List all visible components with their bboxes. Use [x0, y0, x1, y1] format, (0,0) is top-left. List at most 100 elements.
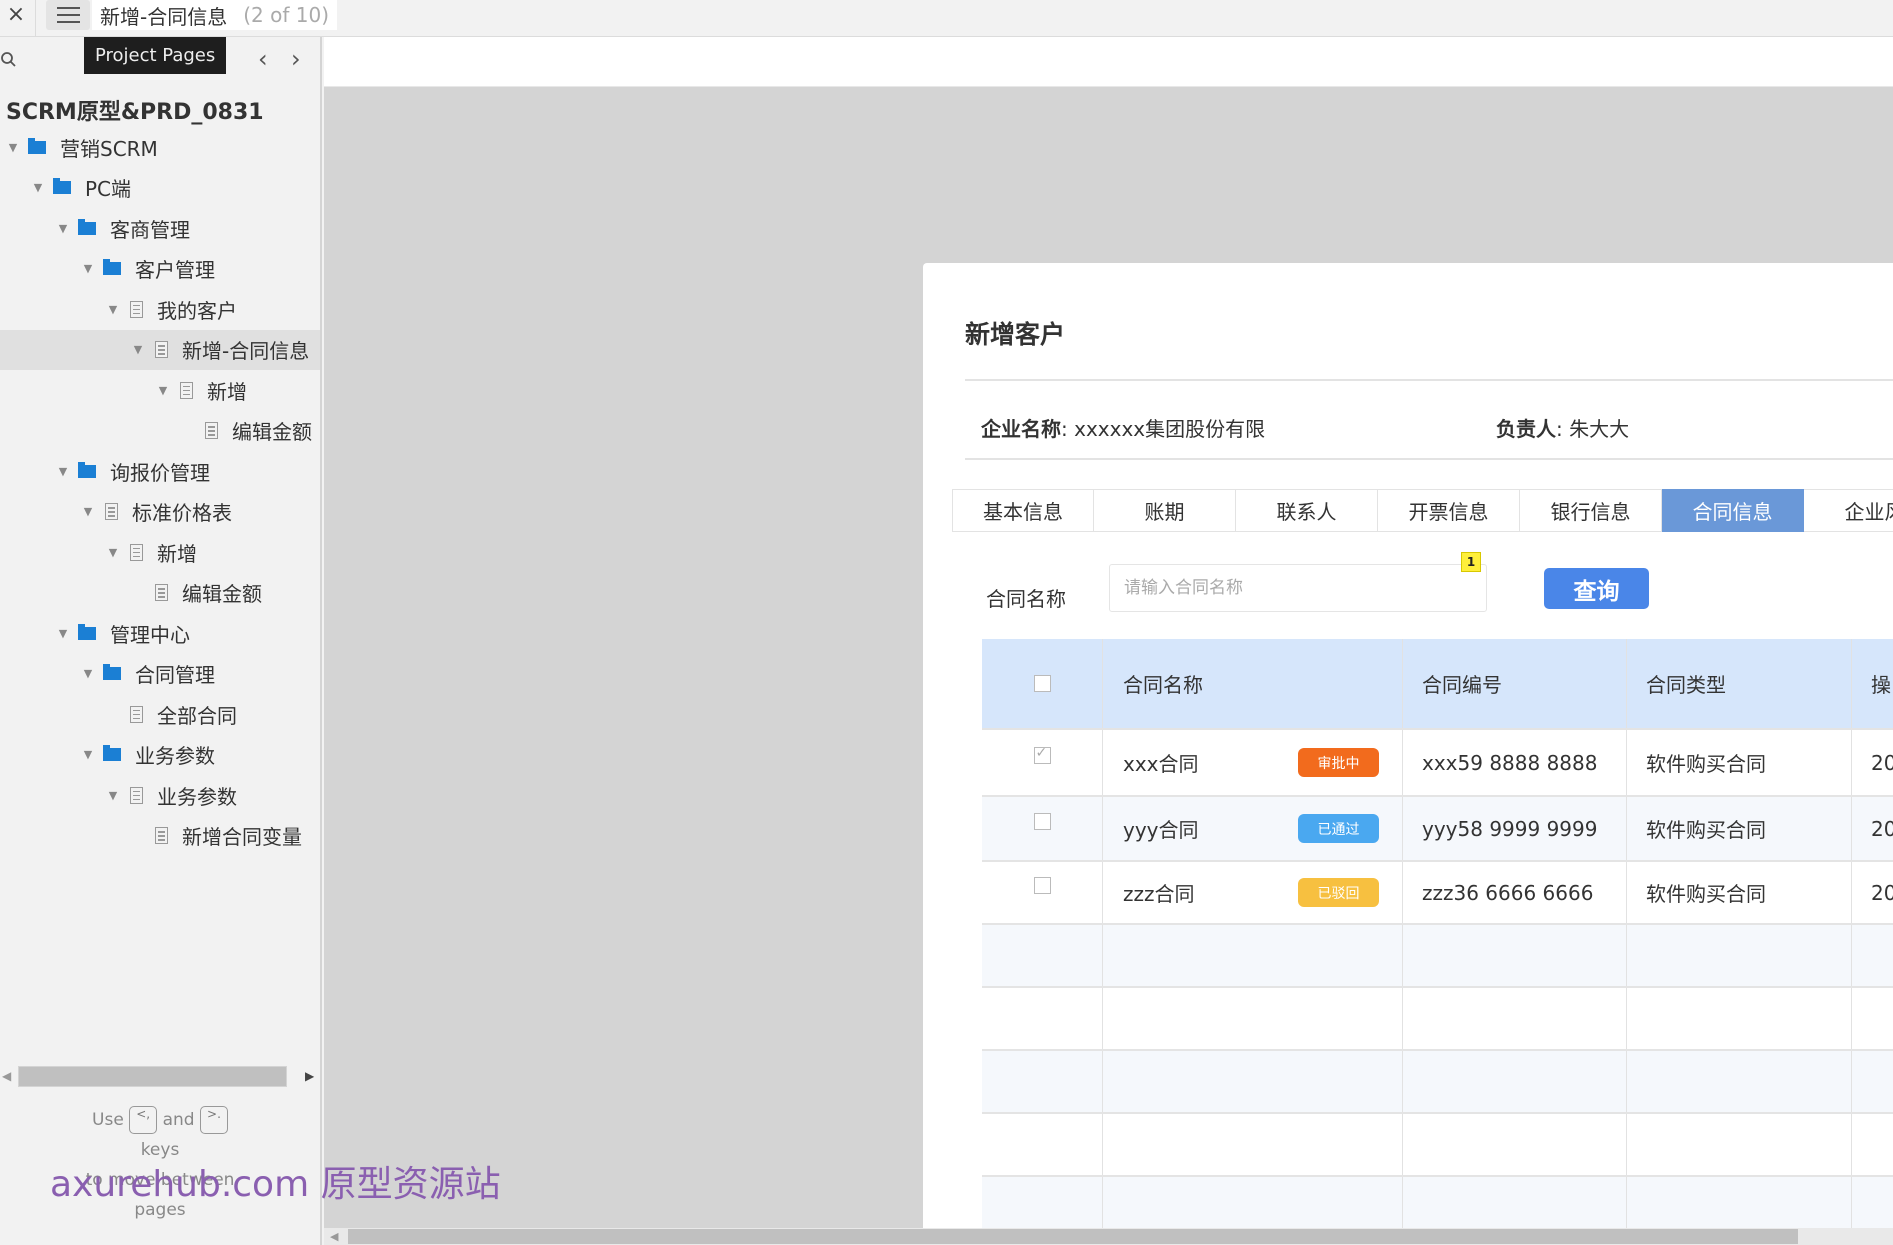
- tab-2[interactable]: 联系人: [1236, 489, 1378, 532]
- tree-item[interactable]: ▼新增合同变量: [0, 816, 320, 856]
- key-next: >.: [199, 1106, 228, 1134]
- status-badge: 审批中: [1298, 748, 1379, 777]
- tree-item[interactable]: ▼ 合同管理: [0, 654, 320, 694]
- search-icon[interactable]: [0, 51, 18, 69]
- tree-item[interactable]: ▼ 业务参数: [0, 775, 320, 815]
- table-row[interactable]: xxx合同 审批中 xxx59 8888 8888软件购买合同20: [982, 730, 1893, 797]
- row-checkbox[interactable]: [1033, 877, 1051, 894]
- tab-4[interactable]: 银行信息: [1520, 489, 1662, 532]
- dialog-title: 新增客户: [965, 320, 1066, 349]
- select-all-checkbox[interactable]: [1033, 675, 1051, 692]
- company-label: 企业名称: [981, 417, 1061, 441]
- folder-icon: [78, 461, 96, 478]
- contract-name-cell: [1103, 925, 1403, 986]
- annotation-badge[interactable]: 1: [1461, 552, 1481, 572]
- checkbox-cell: [982, 925, 1103, 986]
- tab-3[interactable]: 开票信息: [1378, 489, 1520, 532]
- scroll-left-icon[interactable]: ◀: [330, 1230, 338, 1243]
- page-icon: [130, 786, 143, 804]
- expand-arrow-icon[interactable]: ▼: [81, 667, 95, 680]
- row-checkbox[interactable]: [1033, 745, 1051, 764]
- tree-item[interactable]: ▼编辑金额: [0, 411, 320, 451]
- contract-name-input[interactable]: [1109, 564, 1487, 612]
- close-icon[interactable]: ×: [4, 2, 28, 30]
- expand-arrow-icon[interactable]: ▼: [156, 384, 170, 397]
- tree-item-label: 标准价格表: [132, 501, 232, 525]
- table-header: 合同名称 合同编号 合同类型 操: [982, 639, 1893, 730]
- canvas-top-strip: [324, 37, 1893, 87]
- expand-arrow-icon[interactable]: ▼: [6, 141, 20, 154]
- checkbox-cell: [982, 1051, 1103, 1112]
- page-icon: [155, 341, 168, 358]
- expand-arrow-icon[interactable]: ▼: [56, 627, 70, 640]
- contract-number-cell: [1403, 988, 1627, 1049]
- scrollbar-thumb[interactable]: [348, 1229, 1798, 1244]
- tree-item[interactable]: ▼ 管理中心: [0, 613, 320, 653]
- table-row[interactable]: [982, 925, 1893, 988]
- tree-item[interactable]: ▼ 我的客户: [0, 289, 320, 329]
- contract-number-cell: xxx59 8888 8888: [1403, 730, 1627, 795]
- table-row[interactable]: yyy合同 已通过 yyy58 9999 9999 软件购买合同 20: [982, 797, 1893, 862]
- tree-item[interactable]: ▼ 新增: [0, 370, 320, 410]
- tree-item[interactable]: ▼ 新增: [0, 532, 320, 572]
- tab-bar: 基本信息账期联系人开票信息银行信息合同信息企业风: [952, 489, 1893, 532]
- folder-icon: [78, 218, 96, 235]
- prev-page-icon[interactable]: ‹: [258, 45, 268, 73]
- tree-item[interactable]: ▼全部合同: [0, 694, 320, 734]
- contract-name-cell: [1103, 988, 1403, 1049]
- divider: [35, 0, 36, 36]
- query-button[interactable]: 查询: [1544, 568, 1649, 609]
- contract-type-cell: [1627, 1051, 1852, 1112]
- tree-item[interactable]: ▼ 询报价管理: [0, 451, 320, 491]
- tree-item-label: 新增-合同信息: [182, 339, 310, 363]
- expand-arrow-icon[interactable]: ▼: [81, 748, 95, 761]
- expand-arrow-icon[interactable]: ▼: [56, 465, 70, 478]
- expand-arrow-icon[interactable]: ▼: [81, 505, 95, 518]
- expand-arrow-icon[interactable]: ▼: [56, 222, 70, 235]
- tab-1[interactable]: 账期: [1094, 489, 1236, 532]
- canvas-horizontal-scrollbar[interactable]: ◀: [324, 1228, 1893, 1245]
- tree-item[interactable]: ▼ 业务参数: [0, 735, 320, 775]
- tab-6[interactable]: 企业风: [1804, 489, 1893, 532]
- scrollbar-thumb[interactable]: [18, 1066, 287, 1087]
- divider: [965, 379, 1893, 381]
- row-checkbox[interactable]: [1033, 813, 1051, 830]
- tree-item[interactable]: ▼ 新增-合同信息: [0, 329, 320, 370]
- menu-icon[interactable]: [46, 0, 90, 30]
- table-row[interactable]: [982, 1051, 1893, 1114]
- watermark: axurehub.com 原型资源站: [50, 1164, 501, 1205]
- scroll-left-icon[interactable]: ◀: [2, 1069, 11, 1083]
- expand-arrow-icon[interactable]: ▼: [106, 303, 120, 316]
- table-row[interactable]: [982, 1114, 1893, 1177]
- checkbox-cell: [982, 862, 1103, 923]
- contract-name-cell: xxx合同 审批中: [1103, 730, 1403, 795]
- expand-arrow-icon[interactable]: ▼: [106, 789, 120, 802]
- operation-cell: 20: [1852, 862, 1893, 923]
- contract-type-cell: 软件购买合同: [1627, 797, 1852, 860]
- expand-arrow-icon[interactable]: ▼: [81, 262, 95, 275]
- folder-icon: [103, 259, 121, 275]
- tree-item[interactable]: ▼ 营销SCRM: [0, 127, 320, 167]
- tree-item[interactable]: ▼ PC端: [0, 168, 320, 208]
- table-row[interactable]: [982, 988, 1893, 1051]
- sidebar-horizontal-scrollbar[interactable]: ◀ ▶: [0, 1064, 320, 1088]
- expand-arrow-icon[interactable]: ▼: [106, 546, 120, 559]
- divider: [965, 458, 1893, 460]
- folder-icon: [103, 664, 121, 680]
- contract-type-cell: [1627, 988, 1852, 1049]
- tree-item[interactable]: ▼ 客商管理: [0, 208, 320, 248]
- status-badge: 已通过: [1298, 814, 1379, 843]
- tree-item[interactable]: ▼编辑金额: [0, 573, 320, 613]
- tree-item[interactable]: ▼ 标准价格表: [0, 492, 320, 532]
- tab-0[interactable]: 基本信息: [952, 489, 1094, 532]
- page-title: 新增-合同信息: [100, 4, 228, 29]
- expand-arrow-icon[interactable]: ▼: [131, 343, 145, 356]
- table-row[interactable]: zzz合同 已驳回 zzz36 6666 6666 软件购买合同 20: [982, 862, 1893, 925]
- tree-item-label: 客户管理: [135, 258, 215, 282]
- owner-value: 朱大大: [1569, 417, 1630, 441]
- expand-arrow-icon[interactable]: ▼: [31, 181, 45, 194]
- tree-item[interactable]: ▼ 客户管理: [0, 249, 320, 289]
- tab-5[interactable]: 合同信息: [1662, 489, 1804, 532]
- next-page-icon[interactable]: ›: [291, 45, 301, 73]
- scroll-right-icon[interactable]: ▶: [305, 1069, 314, 1083]
